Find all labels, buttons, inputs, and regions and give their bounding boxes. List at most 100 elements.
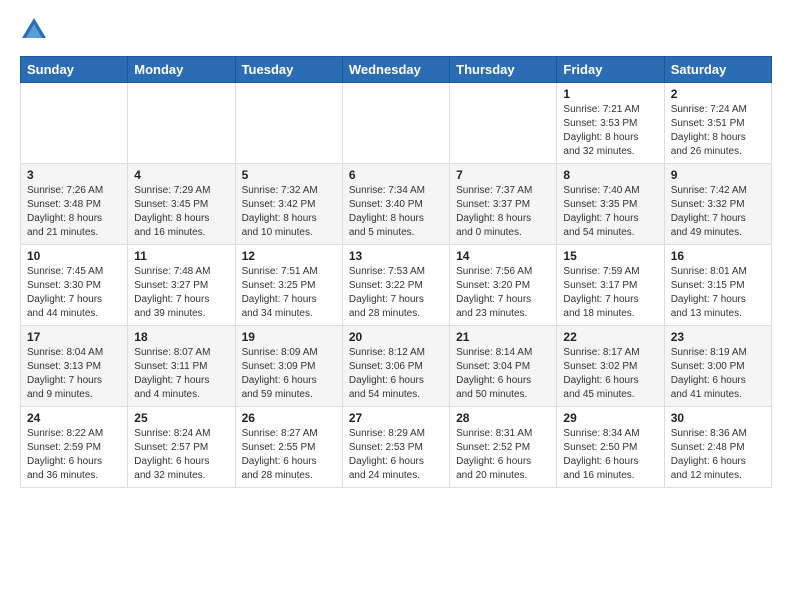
day-info: Sunrise: 8:29 AM Sunset: 2:53 PM Dayligh… — [349, 427, 443, 483]
day-info: Sunrise: 7:53 AM Sunset: 3:22 PM Dayligh… — [349, 265, 443, 321]
day-number: 16 — [671, 249, 765, 263]
calendar-cell: 6 Sunrise: 7:34 AM Sunset: 3:40 PM Daylig… — [342, 164, 449, 245]
calendar-cell: 21 Sunrise: 8:14 AM Sunset: 3:04 PM Dayli… — [450, 326, 557, 407]
calendar-cell — [21, 83, 128, 164]
day-info: Sunrise: 8:14 AM Sunset: 3:04 PM Dayligh… — [456, 346, 550, 402]
calendar-cell: 14 Sunrise: 7:56 AM Sunset: 3:20 PM Dayli… — [450, 245, 557, 326]
calendar-cell: 23 Sunrise: 8:19 AM Sunset: 3:00 PM Dayli… — [664, 326, 771, 407]
day-info: Sunrise: 8:24 AM Sunset: 2:57 PM Dayligh… — [134, 427, 228, 483]
day-info: Sunrise: 8:09 AM Sunset: 3:09 PM Dayligh… — [242, 346, 336, 402]
day-number: 14 — [456, 249, 550, 263]
logo-icon — [20, 16, 48, 44]
calendar-cell: 3 Sunrise: 7:26 AM Sunset: 3:48 PM Daylig… — [21, 164, 128, 245]
day-number: 8 — [563, 168, 657, 182]
calendar-cell: 22 Sunrise: 8:17 AM Sunset: 3:02 PM Dayli… — [557, 326, 664, 407]
calendar-cell: 24Sunrise: 8:22 AM Sunset: 2:59 PM Dayli… — [21, 407, 128, 488]
calendar-cell — [128, 83, 235, 164]
logo — [20, 16, 52, 44]
day-info: Sunrise: 7:32 AM Sunset: 3:42 PM Dayligh… — [242, 184, 336, 240]
day-info: Sunrise: 7:56 AM Sunset: 3:20 PM Dayligh… — [456, 265, 550, 321]
day-info: Sunrise: 7:59 AM Sunset: 3:17 PM Dayligh… — [563, 265, 657, 321]
day-info: Sunrise: 8:22 AM Sunset: 2:59 PM Dayligh… — [27, 427, 121, 483]
calendar-cell: 10 Sunrise: 7:45 AM Sunset: 3:30 PM Dayli… — [21, 245, 128, 326]
week-row-3: 10 Sunrise: 7:45 AM Sunset: 3:30 PM Dayli… — [21, 245, 772, 326]
day-number: 1 — [563, 87, 657, 101]
calendar-table: SundayMondayTuesdayWednesdayThursdayFrid… — [20, 56, 772, 488]
day-number: 27 — [349, 411, 443, 425]
day-info: Sunrise: 8:19 AM Sunset: 3:00 PM Dayligh… — [671, 346, 765, 402]
calendar-cell: 9Sunrise: 7:42 AM Sunset: 3:32 PM Daylig… — [664, 164, 771, 245]
day-number: 30 — [671, 411, 765, 425]
day-info: Sunrise: 7:21 AM Sunset: 3:53 PM Dayligh… — [563, 103, 657, 159]
week-row-1: 1 Sunrise: 7:21 AM Sunset: 3:53 PM Daylig… — [21, 83, 772, 164]
day-info: Sunrise: 8:04 AM Sunset: 3:13 PM Dayligh… — [27, 346, 121, 402]
week-row-4: 17 Sunrise: 8:04 AM Sunset: 3:13 PM Dayli… — [21, 326, 772, 407]
week-row-2: 3 Sunrise: 7:26 AM Sunset: 3:48 PM Daylig… — [21, 164, 772, 245]
day-header-saturday: Saturday — [664, 57, 771, 83]
calendar-cell: 16Sunrise: 8:01 AM Sunset: 3:15 PM Dayli… — [664, 245, 771, 326]
calendar-cell: 17 Sunrise: 8:04 AM Sunset: 3:13 PM Dayli… — [21, 326, 128, 407]
day-number: 2 — [671, 87, 765, 101]
day-info: Sunrise: 8:12 AM Sunset: 3:06 PM Dayligh… — [349, 346, 443, 402]
calendar-cell: 25Sunrise: 8:24 AM Sunset: 2:57 PM Dayli… — [128, 407, 235, 488]
day-info: Sunrise: 8:31 AM Sunset: 2:52 PM Dayligh… — [456, 427, 550, 483]
day-info: Sunrise: 7:24 AM Sunset: 3:51 PM Dayligh… — [671, 103, 765, 159]
day-number: 19 — [242, 330, 336, 344]
day-header-wednesday: Wednesday — [342, 57, 449, 83]
day-number: 5 — [242, 168, 336, 182]
calendar-cell: 5 Sunrise: 7:32 AM Sunset: 3:42 PM Daylig… — [235, 164, 342, 245]
day-number: 6 — [349, 168, 443, 182]
day-header-monday: Monday — [128, 57, 235, 83]
calendar-cell: 7 Sunrise: 7:37 AM Sunset: 3:37 PM Daylig… — [450, 164, 557, 245]
day-number: 23 — [671, 330, 765, 344]
calendar-cell: 20 Sunrise: 8:12 AM Sunset: 3:06 PM Dayli… — [342, 326, 449, 407]
calendar-cell: 30 Sunrise: 8:36 AM Sunset: 2:48 PM Dayli… — [664, 407, 771, 488]
calendar-cell: 19 Sunrise: 8:09 AM Sunset: 3:09 PM Dayli… — [235, 326, 342, 407]
day-number: 17 — [27, 330, 121, 344]
day-info: Sunrise: 8:36 AM Sunset: 2:48 PM Dayligh… — [671, 427, 765, 483]
day-number: 13 — [349, 249, 443, 263]
calendar-cell: 2 Sunrise: 7:24 AM Sunset: 3:51 PM Daylig… — [664, 83, 771, 164]
page: SundayMondayTuesdayWednesdayThursdayFrid… — [0, 0, 792, 500]
calendar-cell — [235, 83, 342, 164]
calendar-cell: 26 Sunrise: 8:27 AM Sunset: 2:55 PM Dayli… — [235, 407, 342, 488]
day-number: 28 — [456, 411, 550, 425]
day-number: 22 — [563, 330, 657, 344]
day-number: 12 — [242, 249, 336, 263]
calendar-cell: 11Sunrise: 7:48 AM Sunset: 3:27 PM Dayli… — [128, 245, 235, 326]
calendar-cell: 27 Sunrise: 8:29 AM Sunset: 2:53 PM Dayli… — [342, 407, 449, 488]
calendar-cell — [450, 83, 557, 164]
day-info: Sunrise: 8:07 AM Sunset: 3:11 PM Dayligh… — [134, 346, 228, 402]
day-header-tuesday: Tuesday — [235, 57, 342, 83]
header — [20, 16, 772, 44]
day-info: Sunrise: 7:37 AM Sunset: 3:37 PM Dayligh… — [456, 184, 550, 240]
day-number: 11 — [134, 249, 228, 263]
calendar-cell: 13 Sunrise: 7:53 AM Sunset: 3:22 PM Dayli… — [342, 245, 449, 326]
day-info: Sunrise: 7:40 AM Sunset: 3:35 PM Dayligh… — [563, 184, 657, 240]
day-number: 7 — [456, 168, 550, 182]
calendar-cell: 18Sunrise: 8:07 AM Sunset: 3:11 PM Dayli… — [128, 326, 235, 407]
day-header-thursday: Thursday — [450, 57, 557, 83]
day-info: Sunrise: 7:29 AM Sunset: 3:45 PM Dayligh… — [134, 184, 228, 240]
day-header-sunday: Sunday — [21, 57, 128, 83]
calendar-cell: 8 Sunrise: 7:40 AM Sunset: 3:35 PM Daylig… — [557, 164, 664, 245]
day-number: 26 — [242, 411, 336, 425]
day-info: Sunrise: 7:26 AM Sunset: 3:48 PM Dayligh… — [27, 184, 121, 240]
day-info: Sunrise: 8:27 AM Sunset: 2:55 PM Dayligh… — [242, 427, 336, 483]
calendar-cell: 15 Sunrise: 7:59 AM Sunset: 3:17 PM Dayli… — [557, 245, 664, 326]
day-info: Sunrise: 8:34 AM Sunset: 2:50 PM Dayligh… — [563, 427, 657, 483]
day-info: Sunrise: 7:34 AM Sunset: 3:40 PM Dayligh… — [349, 184, 443, 240]
day-info: Sunrise: 8:17 AM Sunset: 3:02 PM Dayligh… — [563, 346, 657, 402]
day-number: 21 — [456, 330, 550, 344]
day-info: Sunrise: 7:45 AM Sunset: 3:30 PM Dayligh… — [27, 265, 121, 321]
day-number: 10 — [27, 249, 121, 263]
week-row-5: 24Sunrise: 8:22 AM Sunset: 2:59 PM Dayli… — [21, 407, 772, 488]
day-info: Sunrise: 7:51 AM Sunset: 3:25 PM Dayligh… — [242, 265, 336, 321]
calendar-cell: 28 Sunrise: 8:31 AM Sunset: 2:52 PM Dayli… — [450, 407, 557, 488]
day-header-friday: Friday — [557, 57, 664, 83]
day-info: Sunrise: 7:42 AM Sunset: 3:32 PM Dayligh… — [671, 184, 765, 240]
day-number: 20 — [349, 330, 443, 344]
day-number: 3 — [27, 168, 121, 182]
day-number: 15 — [563, 249, 657, 263]
header-row: SundayMondayTuesdayWednesdayThursdayFrid… — [21, 57, 772, 83]
